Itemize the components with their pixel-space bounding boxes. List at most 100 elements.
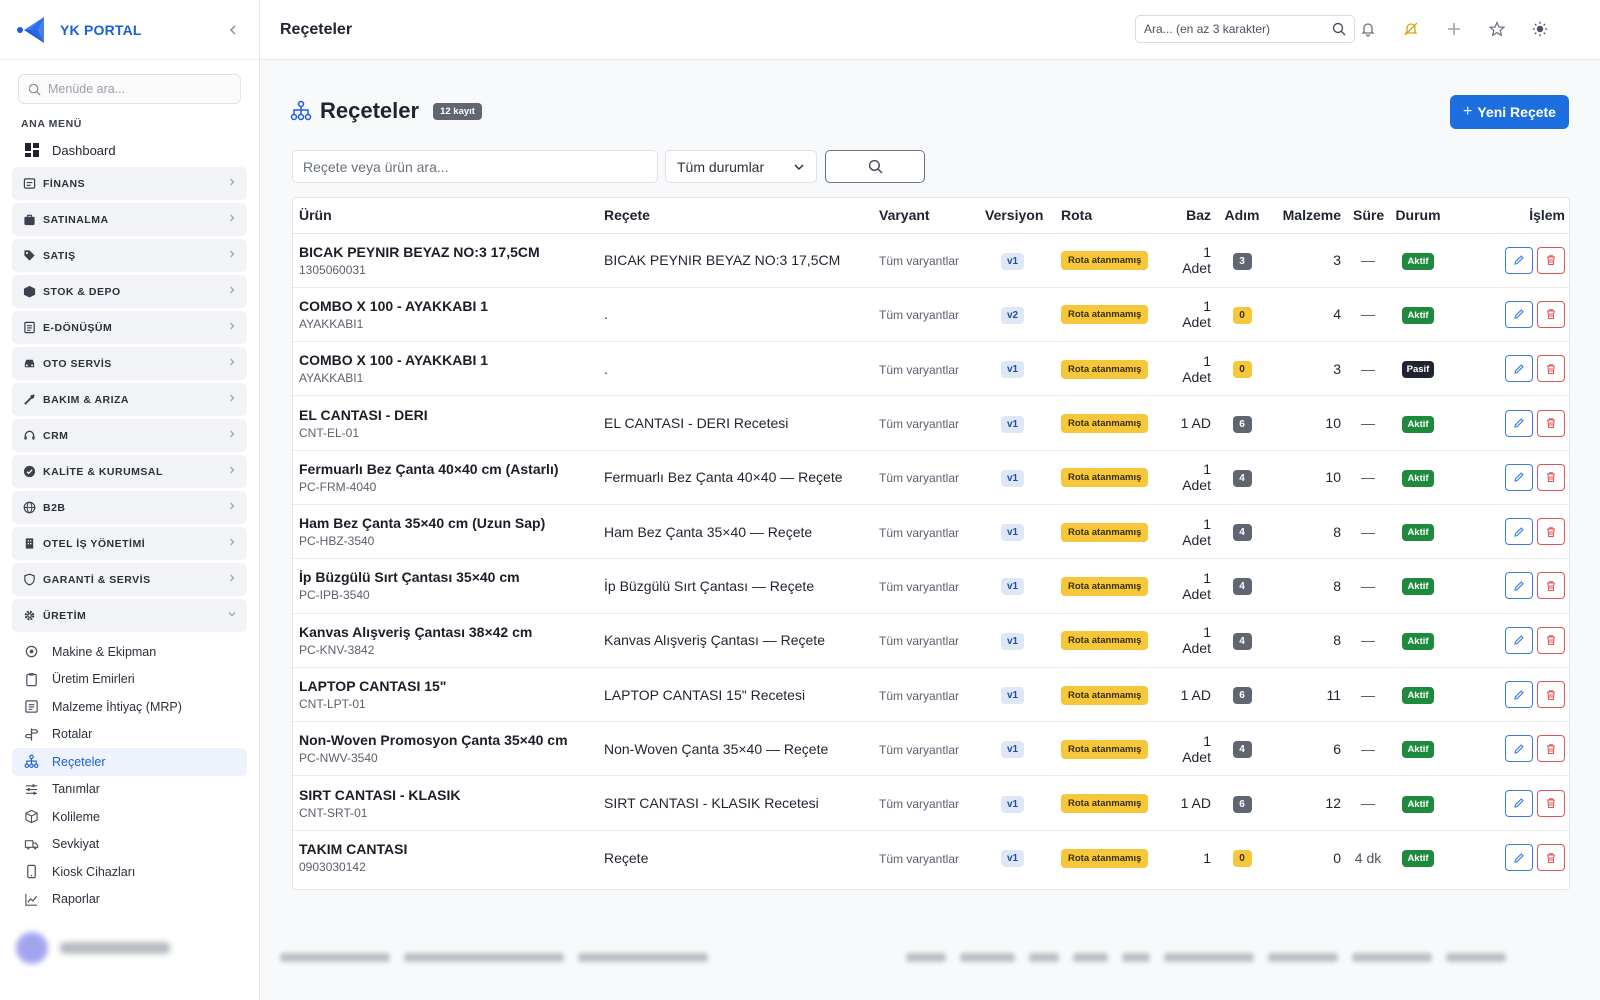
sidebar-group-1[interactable]: SATINALMA [12, 203, 247, 236]
product-name[interactable]: BICAK PEYNIR BEYAZ NO:3 17,5CM [299, 244, 592, 260]
sidebar-item-1[interactable]: Üretim Emirleri [12, 666, 247, 694]
column-header[interactable]: Adım [1217, 198, 1267, 234]
delete-button[interactable] [1537, 844, 1565, 872]
sidebar-group-11[interactable]: GARANTİ & SERVİS [12, 563, 247, 596]
column-header[interactable]: Rota [1055, 198, 1167, 234]
table-row[interactable]: Fermuarlı Bez Çanta 40×40 cm (Astarlı) PC… [293, 450, 1569, 505]
product-name[interactable]: Ham Bez Çanta 35×40 cm (Uzun Sap) [299, 515, 592, 531]
sidebar-group-0[interactable]: FİNANS [12, 167, 247, 200]
table-row[interactable]: COMBO X 100 - AYAKKABI 1 AYAKKABI1. Tüm va… [293, 341, 1569, 397]
trash-icon [1547, 798, 1555, 809]
product-name[interactable]: COMBO X 100 - AYAKKABI 1 [299, 352, 592, 368]
sidebar-item-8[interactable]: Kiosk Cihazları [12, 858, 247, 886]
column-header[interactable]: Reçete [598, 198, 873, 234]
recipe-search-input[interactable]: Reçete veya ürün ara... [292, 150, 658, 183]
edit-button[interactable] [1505, 409, 1533, 437]
add-button[interactable] [1443, 18, 1465, 40]
sidebar-group-12[interactable]: ÜRETİM [12, 599, 247, 632]
product-name[interactable]: COMBO X 100 - AYAKKABI 1 [299, 298, 592, 314]
sidebar-group-2[interactable]: SATIŞ [12, 239, 247, 272]
collapse-sidebar-button[interactable] [223, 20, 243, 40]
product-name[interactable]: Kanvas Alışveriş Çantası 38×42 cm [299, 624, 592, 640]
delete-button[interactable] [1537, 463, 1565, 491]
product-name[interactable]: Non-Woven Promosyon Çanta 35×40 cm [299, 732, 592, 748]
product-name[interactable]: Fermuarlı Bez Çanta 40×40 cm (Astarlı) [299, 461, 592, 477]
global-search-input[interactable]: Ara... (en az 3 karakter) [1135, 15, 1355, 43]
edit-button[interactable] [1505, 355, 1533, 383]
sidebar-item-6[interactable]: Kolileme [12, 803, 247, 831]
sidebar-group-4[interactable]: E-DÖNÜŞÜM [12, 311, 247, 344]
delete-button[interactable] [1537, 518, 1565, 546]
product-name[interactable]: İp Büzgülü Sırt Çantası 35×40 cm [299, 569, 592, 585]
sidebar-item-7[interactable]: Sevkiyat [12, 831, 247, 859]
variant-text: Tüm varyantlar [879, 634, 960, 649]
table-row[interactable]: LAPTOP CANTASI 15" CNT-LPT-01 LAPTOP CANTA… [293, 667, 1569, 723]
delete-button[interactable] [1537, 789, 1565, 817]
sidebar-group-3[interactable]: STOK & DEPO [12, 275, 247, 308]
column-header[interactable]: Durum [1389, 198, 1447, 234]
edit-button[interactable] [1505, 246, 1533, 274]
sidebar-group-10[interactable]: OTEL İŞ YÖNETİMİ [12, 527, 247, 560]
edit-button[interactable] [1505, 626, 1533, 654]
filter-search-button[interactable] [825, 150, 925, 183]
user-profile[interactable] [16, 928, 244, 968]
favorites-button[interactable] [1486, 18, 1508, 40]
product-name[interactable]: LAPTOP CANTASI 15" [299, 678, 592, 694]
column-header[interactable]: Versiyon [979, 198, 1055, 234]
edit-button[interactable] [1505, 789, 1533, 817]
edit-button[interactable] [1505, 518, 1533, 546]
table-row[interactable]: İp Büzgülü Sırt Çantası 35×40 cm PC-IPB-3… [293, 558, 1569, 614]
delete-button[interactable] [1537, 681, 1565, 709]
sidebar-group-5[interactable]: OTO SERVİS [12, 347, 247, 380]
delete-button[interactable] [1537, 246, 1565, 274]
sidebar-item-4[interactable]: Reçeteler [12, 748, 247, 776]
column-header[interactable]: Varyant [873, 198, 979, 234]
sidebar-item-5[interactable]: Tanımlar [12, 776, 247, 804]
menu-search-input[interactable]: Menüde ara... [18, 74, 241, 104]
hierarchy-icon [24, 754, 39, 769]
new-recipe-button[interactable]: + Yeni Reçete [1450, 95, 1569, 129]
edit-button[interactable] [1505, 681, 1533, 709]
chevron-right-icon [227, 285, 237, 298]
product-name[interactable]: EL CANTASI - DERI [299, 407, 592, 423]
theme-toggle-button[interactable] [1529, 18, 1551, 40]
notifications-button[interactable] [1357, 18, 1379, 40]
notifications-muted-button[interactable] [1400, 18, 1422, 40]
sidebar-item-0[interactable]: Makine & Ekipman [12, 638, 247, 666]
delete-button[interactable] [1537, 735, 1565, 763]
edit-button[interactable] [1505, 463, 1533, 491]
sidebar-group-9[interactable]: B2B [12, 491, 247, 524]
product-name[interactable]: SIRT CANTASI - KLASIK [299, 787, 592, 803]
table-row[interactable]: Non-Woven Promosyon Çanta 35×40 cm PC-NWV… [293, 721, 1569, 777]
edit-button[interactable] [1505, 735, 1533, 763]
sidebar-group-6[interactable]: BAKIM & ARIZA [12, 383, 247, 416]
table-row[interactable]: EL CANTASI - DERI CNT-EL-01 EL CANTASI - D… [293, 395, 1569, 451]
column-header[interactable]: Ürün [293, 198, 598, 234]
delete-button[interactable] [1537, 572, 1565, 600]
edit-button[interactable] [1505, 844, 1533, 872]
table-row[interactable]: Kanvas Alışveriş Çantası 38×42 cm PC-KNV-… [293, 613, 1569, 668]
delete-button[interactable] [1537, 355, 1565, 383]
sidebar-item-dashboard[interactable]: Dashboard [0, 136, 259, 164]
sidebar-item-3[interactable]: Rotalar [12, 721, 247, 749]
product-cell: COMBO X 100 - AYAKKABI 1 AYAKKABI1 [293, 341, 598, 397]
sidebar-item-9[interactable]: Raporlar [12, 886, 247, 914]
sidebar-group-8[interactable]: KALİTE & KURUMSAL [12, 455, 247, 488]
delete-button[interactable] [1537, 626, 1565, 654]
table-row[interactable]: Ham Bez Çanta 35×40 cm (Uzun Sap) PC-HBZ-… [293, 504, 1569, 560]
delete-button[interactable] [1537, 300, 1565, 328]
table-row[interactable]: TAKIM CANTASI 0903030142 Reçete Tüm varyant… [293, 830, 1569, 884]
sidebar-item-2[interactable]: Malzeme İhtiyaç (MRP) [12, 693, 247, 721]
delete-button[interactable] [1537, 409, 1565, 437]
table-row[interactable]: COMBO X 100 - AYAKKABI 1 AYAKKABI1. Tüm va… [293, 287, 1569, 343]
edit-button[interactable] [1505, 572, 1533, 600]
sidebar-group-7[interactable]: CRM [12, 419, 247, 452]
table-row[interactable]: BICAK PEYNIR BEYAZ NO:3 17,5CM 1305060031… [293, 233, 1569, 288]
edit-button[interactable] [1505, 300, 1533, 328]
column-header[interactable]: Baz [1167, 198, 1217, 234]
column-header[interactable]: Süre [1347, 198, 1389, 234]
column-header[interactable]: Malzeme [1267, 198, 1347, 234]
status-filter-select[interactable]: Tüm durumlar [665, 150, 817, 183]
table-row[interactable]: SIRT CANTASI - KLASIK CNT-SRT-01 SIRT CANT… [293, 775, 1569, 831]
product-name[interactable]: TAKIM CANTASI [299, 841, 592, 857]
